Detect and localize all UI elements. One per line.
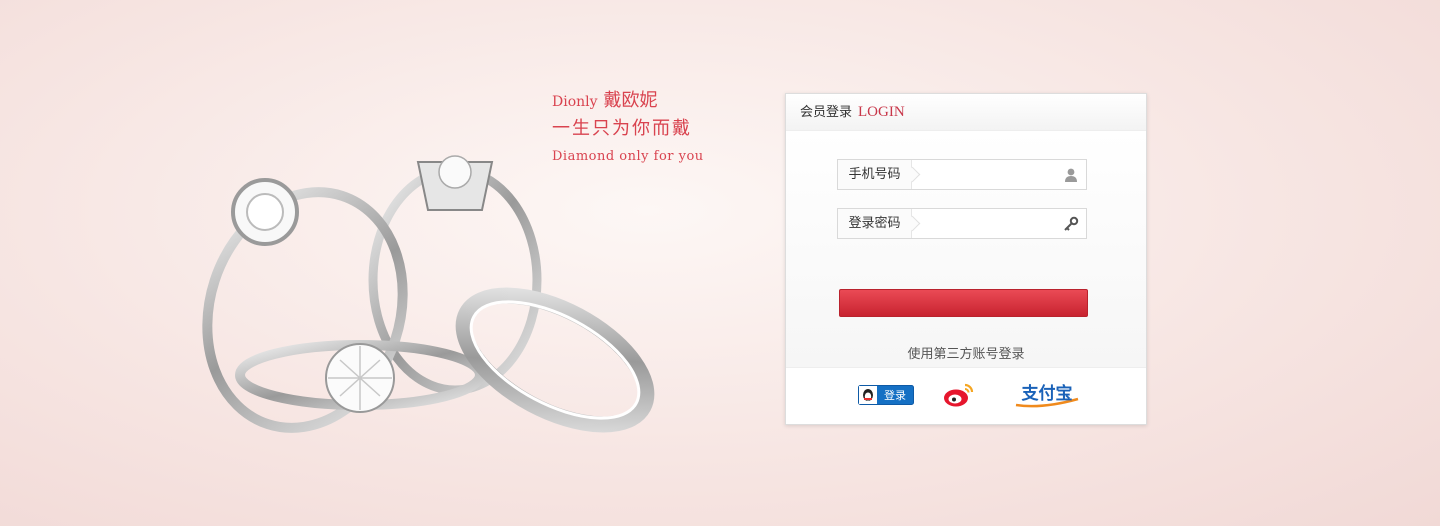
login-form: 手机号码 登录密码 使用第三方账号登录 <box>786 131 1146 367</box>
third-party-login-text: 使用第三方账号登录 <box>907 347 1025 362</box>
weibo-icon[interactable] <box>943 382 975 408</box>
login-title-en: LOGIN <box>858 104 905 120</box>
login-panel-header: 会员登录 LOGIN <box>786 94 1146 131</box>
slogan-line-2: 一生只为你而戴 <box>552 118 692 139</box>
brand-name-cn: 戴欧妮 <box>603 90 658 111</box>
qq-login-label: 登录 <box>884 388 906 402</box>
third-party-login-bar: 登录 支付宝 <box>786 367 1146 424</box>
phone-field: 手机号码 <box>837 159 1087 190</box>
password-input[interactable] <box>920 213 1064 236</box>
password-field: 登录密码 <box>837 208 1087 239</box>
alipay-logo: 支付宝 <box>1015 383 1079 408</box>
phone-label: 手机号码 <box>838 160 912 189</box>
login-title-cn: 会员登录 <box>800 105 853 120</box>
alipay-label: 支付宝 <box>1022 383 1073 404</box>
alipay-login-button[interactable]: 支付宝 <box>1012 379 1082 409</box>
rings-hero-image <box>202 155 655 433</box>
user-icon <box>1065 168 1077 182</box>
slogan-line-1: Dionly 戴欧妮 <box>552 92 704 110</box>
login-panel: 会员登录 LOGIN 手机号码 登录密码 使用第三方账号登录 登录 支付宝 <box>785 93 1147 425</box>
phone-input[interactable] <box>920 164 1064 187</box>
password-label: 登录密码 <box>838 209 912 238</box>
login-button[interactable] <box>839 289 1088 317</box>
brand-name-en: Dionly <box>552 94 598 110</box>
qq-penguin-icon <box>863 389 873 401</box>
key-icon <box>1064 216 1079 231</box>
qq-login-button[interactable]: 登录 <box>858 385 914 405</box>
